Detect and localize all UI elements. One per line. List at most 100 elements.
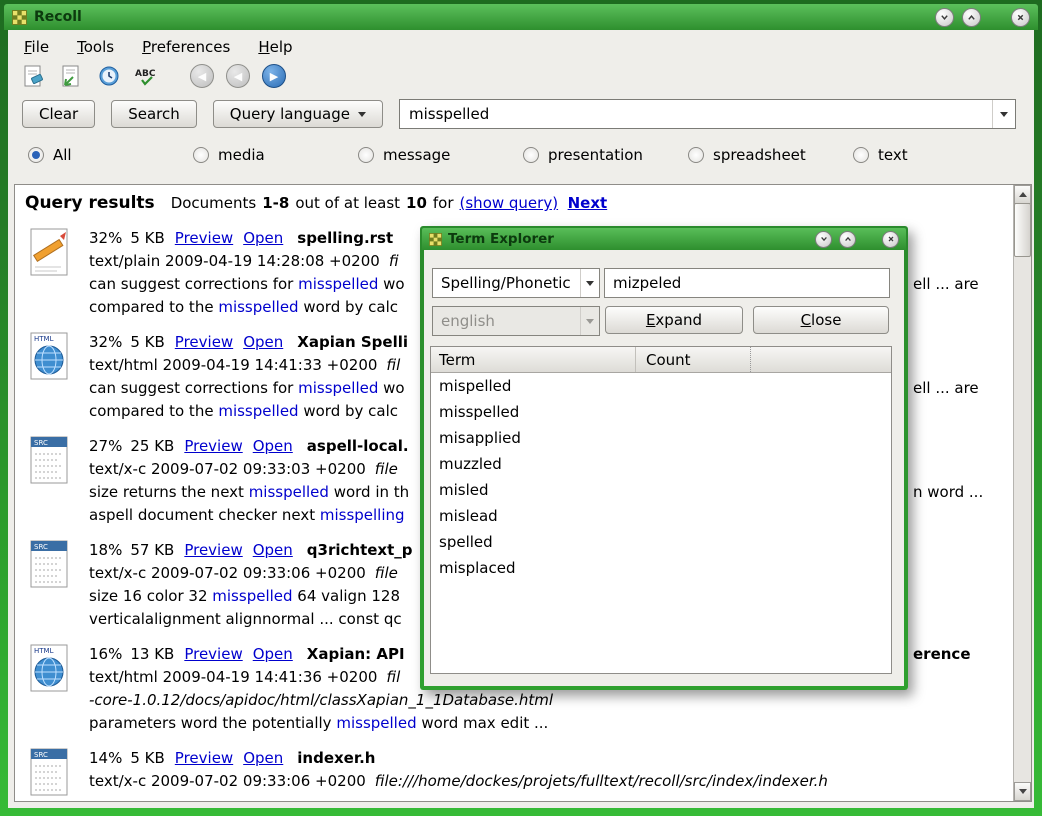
expand-button[interactable]: Expand — [605, 306, 743, 334]
source-file-icon: SRC — [25, 539, 89, 631]
radio-icon — [688, 147, 704, 163]
expand-mode-dropdown[interactable]: Spelling/Phonetic — [432, 268, 600, 298]
close-dialog-button[interactable]: Close — [753, 306, 889, 334]
text-file-icon — [25, 227, 89, 319]
triangle-down-icon — [1019, 789, 1027, 794]
result-meta: text/plain 2009-04-19 14:28:08 +0200 — [89, 252, 380, 270]
result-path: file — [375, 564, 398, 582]
filter-message[interactable]: message — [358, 146, 523, 164]
snippet-fragment: ell ... are — [913, 377, 979, 400]
count-column-header[interactable]: Count — [636, 347, 751, 372]
show-query-link[interactable]: (show query) — [460, 194, 559, 212]
search-button[interactable]: Search — [111, 100, 197, 128]
file-size: 5 KB — [130, 749, 164, 767]
open-link[interactable]: Open — [243, 333, 283, 351]
highlighted-term: misspelled — [249, 483, 329, 501]
result-path: fil — [386, 668, 400, 686]
dialog-titlebar[interactable]: Term Explorer — [422, 228, 906, 250]
html-file-icon: HTML — [25, 643, 89, 735]
html-file-icon: HTML — [25, 331, 89, 423]
filter-presentation[interactable]: presentation — [523, 146, 688, 164]
query-combobox[interactable]: misspelled — [399, 99, 1016, 129]
preview-link[interactable]: Preview — [175, 749, 233, 767]
term-row[interactable]: spelled — [431, 529, 891, 555]
query-combo-arrow[interactable] — [992, 100, 1015, 128]
result-meta: text/html 2009-04-19 14:41:33 +0200 — [89, 356, 377, 374]
recoll-logo-icon — [12, 10, 27, 25]
nav-next-icon[interactable]: ▶ — [262, 64, 286, 88]
menu-tools[interactable]: Tools — [77, 38, 114, 56]
svg-text:SRC: SRC — [34, 751, 48, 759]
result-title: indexer.h — [297, 749, 375, 767]
menu-help[interactable]: Help — [258, 38, 292, 56]
clear-button[interactable]: Clear — [22, 100, 95, 128]
history-icon[interactable] — [96, 63, 122, 89]
shade-button[interactable] — [815, 231, 832, 248]
preview-link[interactable]: Preview — [184, 541, 242, 559]
term-column-header[interactable]: Term — [431, 347, 636, 372]
term-input[interactable]: mizpeled — [604, 268, 890, 298]
relevance: 16% — [89, 645, 122, 663]
dialog-body: Spelling/Phonetic mizpeled english Expan… — [424, 250, 904, 686]
doc-type-filter-row: All media message presentation spreadshe… — [8, 137, 1034, 174]
term-row[interactable]: misspelled — [431, 399, 891, 425]
relevance: 14% — [89, 749, 122, 767]
nav-prev-icon[interactable]: ◀ — [226, 64, 250, 88]
preview-link[interactable]: Preview — [184, 645, 242, 663]
menu-preferences[interactable]: Preferences — [142, 38, 230, 56]
result-meta: text/x-c 2009-07-02 09:33:03 +0200 — [89, 460, 366, 478]
erase-search-icon[interactable] — [20, 63, 46, 89]
filter-text[interactable]: text — [853, 146, 1018, 164]
open-link[interactable]: Open — [243, 229, 283, 247]
scroll-up-button[interactable] — [1014, 185, 1031, 204]
result-meta: text/x-c 2009-07-02 09:33:06 +0200 — [89, 772, 366, 790]
preview-link[interactable]: Preview — [184, 437, 242, 455]
result-title: Xapian: API — [307, 645, 405, 663]
close-button[interactable] — [882, 231, 899, 248]
preview-link[interactable]: Preview — [175, 333, 233, 351]
menu-file[interactable]: File — [24, 38, 49, 56]
source-file-icon: SRC — [25, 435, 89, 527]
filter-media[interactable]: media — [193, 146, 358, 164]
open-link[interactable]: Open — [253, 645, 293, 663]
next-page-link[interactable]: Next — [568, 194, 608, 212]
filter-spreadsheet[interactable]: spreadsheet — [688, 146, 853, 164]
chevron-down-icon — [586, 319, 594, 324]
highlighted-term: misspelled — [212, 587, 292, 605]
term-row[interactable]: muzzled — [431, 451, 891, 477]
scrollbar-thumb[interactable] — [1014, 203, 1031, 257]
term-row[interactable]: misled — [431, 477, 891, 503]
open-link[interactable]: Open — [243, 749, 283, 767]
scroll-down-button[interactable] — [1014, 782, 1031, 801]
snippet-fragment: n word ... — [913, 481, 983, 504]
term-row[interactable]: misapplied — [431, 425, 891, 451]
term-row[interactable]: misplaced — [431, 555, 891, 581]
close-button[interactable] — [1011, 8, 1030, 27]
filter-all[interactable]: All — [28, 146, 193, 164]
nav-first-icon[interactable]: ◀ — [190, 64, 214, 88]
radio-icon — [523, 147, 539, 163]
open-link[interactable]: Open — [253, 437, 293, 455]
term-explorer-icon[interactable]: ABC — [134, 63, 160, 89]
open-link[interactable]: Open — [253, 541, 293, 559]
shade-button[interactable] — [935, 8, 954, 27]
relevance: 18% — [89, 541, 122, 559]
start-query-icon[interactable] — [58, 63, 84, 89]
svg-text:SRC: SRC — [34, 439, 48, 447]
highlighted-term: misspelled — [218, 298, 298, 316]
preview-link[interactable]: Preview — [175, 229, 233, 247]
result-path-line: -core-1.0.12/docs/apidoc/html/classXapia… — [89, 689, 1014, 712]
term-row[interactable]: mislead — [431, 503, 891, 529]
radio-icon — [853, 147, 869, 163]
chevron-down-icon — [586, 281, 594, 286]
results-scrollbar[interactable] — [1013, 185, 1031, 801]
maximize-button[interactable] — [839, 231, 856, 248]
highlighted-term: misspelled — [298, 275, 378, 293]
language-dropdown[interactable]: english — [432, 306, 600, 336]
term-row[interactable]: mispelled — [431, 373, 891, 399]
result-title: aspell-local. — [307, 437, 409, 455]
query-language-dropdown[interactable]: Query language — [213, 100, 383, 128]
maximize-button[interactable] — [962, 8, 981, 27]
query-input[interactable]: misspelled — [400, 105, 992, 123]
window-titlebar[interactable]: Recoll — [4, 4, 1038, 30]
